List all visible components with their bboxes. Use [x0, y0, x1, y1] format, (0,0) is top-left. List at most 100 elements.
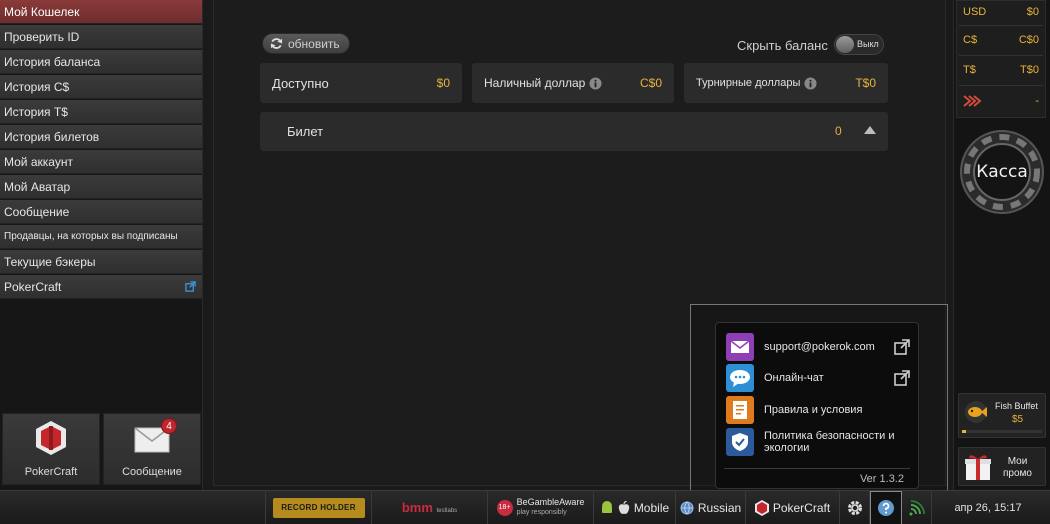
tournament-value: T$0: [855, 76, 876, 90]
sidebar-item-cs-history[interactable]: История C$: [0, 75, 202, 99]
bmm-testlabs-badge[interactable]: bmm testlabs: [372, 490, 488, 524]
sidebar-item-ticket-history[interactable]: История билетов: [0, 125, 202, 149]
sidebar-item-label: Продавцы, на которых вы подписаны: [4, 231, 178, 242]
help-item-label: Правила и условия: [764, 404, 863, 416]
my-promo-button[interactable]: Мои промо: [958, 447, 1046, 486]
pokercraft-bottom-label: PokerCraft: [772, 500, 831, 515]
language-button[interactable]: Russian: [676, 490, 746, 524]
info-icon[interactable]: [804, 76, 817, 90]
cashier-button[interactable]: Касса: [960, 128, 1044, 216]
refresh-button[interactable]: обновить: [262, 33, 350, 54]
sidebar-item-label: История билетов: [4, 129, 100, 144]
ticket-label: Билет: [287, 124, 324, 139]
available-balance-card: Доступно $0: [260, 63, 462, 103]
currency-value: -: [1035, 95, 1039, 107]
ticket-currency-icon: [963, 95, 981, 107]
gift-icon: [965, 455, 991, 480]
currency-value: T$0: [1020, 64, 1039, 76]
message-tile[interactable]: 4 Сообщение: [103, 413, 201, 485]
sidebar-item-label: Мой Кошелек: [4, 4, 80, 19]
sidebar-item-label: PokerCraft: [4, 279, 62, 294]
toggle-state-label: Выкл: [857, 39, 879, 49]
currency-value: $0: [1026, 6, 1039, 18]
cash-label: Наличный доллар: [484, 76, 586, 90]
hide-balance-label: Скрыть баланс: [737, 38, 828, 53]
help-item-label: support@pokerok.com: [764, 341, 875, 353]
info-icon[interactable]: [589, 76, 602, 90]
available-label: Доступно: [272, 75, 329, 91]
pokercraft-tile[interactable]: PokerCraft: [2, 413, 100, 485]
sidebar-item-my-avatar[interactable]: Мой Аватар: [0, 175, 202, 199]
sidebar-item-label: История C$: [4, 79, 70, 94]
available-value: $0: [436, 76, 450, 90]
sidebar-item-my-wallet[interactable]: Мой Кошелек: [0, 0, 202, 24]
divider: [959, 55, 1043, 56]
sidebar-item-message[interactable]: Сообщение: [0, 200, 202, 224]
collapse-arrow-icon[interactable]: [864, 126, 876, 134]
sidebar-item-current-backers[interactable]: Текущие бэкеры: [0, 250, 202, 274]
begambleaware-subtitle: play responsibly: [516, 509, 567, 516]
sidebar-item-verify-id[interactable]: Проверить ID: [0, 25, 202, 49]
sidebar-item-label: Мой Аватар: [4, 179, 71, 194]
sidebar-item-balance-history[interactable]: История баланса: [0, 50, 202, 74]
currency-code: C$: [963, 34, 978, 46]
sidebar-item-label: Проверить ID: [4, 29, 80, 44]
pokercraft-tile-label: PokerCraft: [24, 466, 78, 478]
divider: [959, 25, 1043, 26]
begambleaware-badge[interactable]: 18+ BeGambleAware play responsibly: [488, 490, 594, 524]
sidebar-item-my-account[interactable]: Мой аккаунт: [0, 150, 202, 174]
currency-row-ts: T$ T$0: [963, 59, 1039, 81]
settings-button[interactable]: [840, 490, 870, 524]
ticket-count: 0: [835, 124, 842, 138]
currency-code: T$: [963, 64, 976, 76]
sidebar-item-pokercraft[interactable]: PokerCraft: [0, 275, 202, 299]
mobile-button[interactable]: Mobile: [594, 490, 676, 524]
record-holder-badge[interactable]: RECORD HOLDER: [266, 490, 372, 524]
pokercraft-bottom-button[interactable]: PokerCraft: [746, 490, 840, 524]
help-item-support-email[interactable]: support@pokerok.com: [726, 333, 910, 361]
my-promo-line1: Мои: [1007, 456, 1028, 467]
begambleaware-text: BeGambleAware play responsibly: [517, 498, 585, 517]
help-icon: [878, 499, 894, 516]
tournament-balance-card: Турнирные доллары T$0: [684, 63, 888, 103]
bmm-text: bmm: [401, 500, 433, 515]
help-popup: support@pokerok.com Онлайн-чат Правила и…: [715, 322, 919, 489]
sidebar-item-ts-history[interactable]: История T$: [0, 100, 202, 124]
help-item-live-chat[interactable]: Онлайн-чат: [726, 364, 910, 392]
my-promo-line2: промо: [1003, 468, 1032, 479]
datetime-label: апр 26, 15:17: [954, 501, 1022, 514]
tournament-label: Турнирные доллары: [696, 77, 801, 89]
help-item-terms[interactable]: Правила и условия: [726, 396, 910, 424]
signal-icon: [909, 499, 925, 515]
fish-buffet-progress: [962, 430, 1042, 433]
bottom-bar: RECORD HOLDER bmm testlabs 18+ BeGambleA…: [0, 490, 1050, 524]
cashier-label: Касса: [976, 162, 1028, 182]
age-18-icon: 18+: [496, 499, 513, 516]
document-icon: [726, 396, 754, 424]
bmm-logo: bmm testlabs: [402, 500, 457, 515]
fish-buffet-widget[interactable]: Fish Buffet $5: [958, 393, 1046, 438]
pokercraft-logo-icon: [754, 499, 769, 516]
currency-code: USD: [963, 6, 987, 18]
sidebar-item-followed-sellers[interactable]: Продавцы, на которых вы подписаны: [0, 225, 202, 249]
begambleaware-title: BeGambleAware: [516, 497, 585, 507]
sidebar-item-label: Мой аккаунт: [4, 154, 73, 169]
bottom-spacer: [0, 490, 266, 524]
bmm-small-text: testlabs: [436, 508, 458, 514]
pokercraft-logo-icon: [36, 421, 66, 455]
my-promo-label: Мои промо: [1003, 456, 1032, 480]
refresh-label: обновить: [288, 36, 340, 51]
currency-row-cs: C$ C$0: [963, 29, 1039, 51]
gear-icon: [847, 500, 862, 515]
help-item-security-policy[interactable]: Политика безопасности и экологии: [726, 428, 910, 456]
currency-row-ticket: -: [963, 90, 1039, 112]
ticket-row[interactable]: Билет 0: [260, 112, 888, 151]
help-button[interactable]: [870, 490, 902, 524]
sidebar-tiles: PokerCraft 4 Сообщение: [0, 413, 203, 485]
sidebar-item-label: История баланса: [4, 54, 101, 69]
hide-balance-toggle[interactable]: Выкл: [834, 34, 884, 55]
currency-box: USD $0 C$ C$0 T$ T$0 -: [956, 0, 1046, 118]
help-item-label: Политика безопасности и экологии: [764, 430, 895, 454]
globe-icon: [680, 501, 694, 514]
message-tile-label: Сообщение: [122, 466, 182, 478]
